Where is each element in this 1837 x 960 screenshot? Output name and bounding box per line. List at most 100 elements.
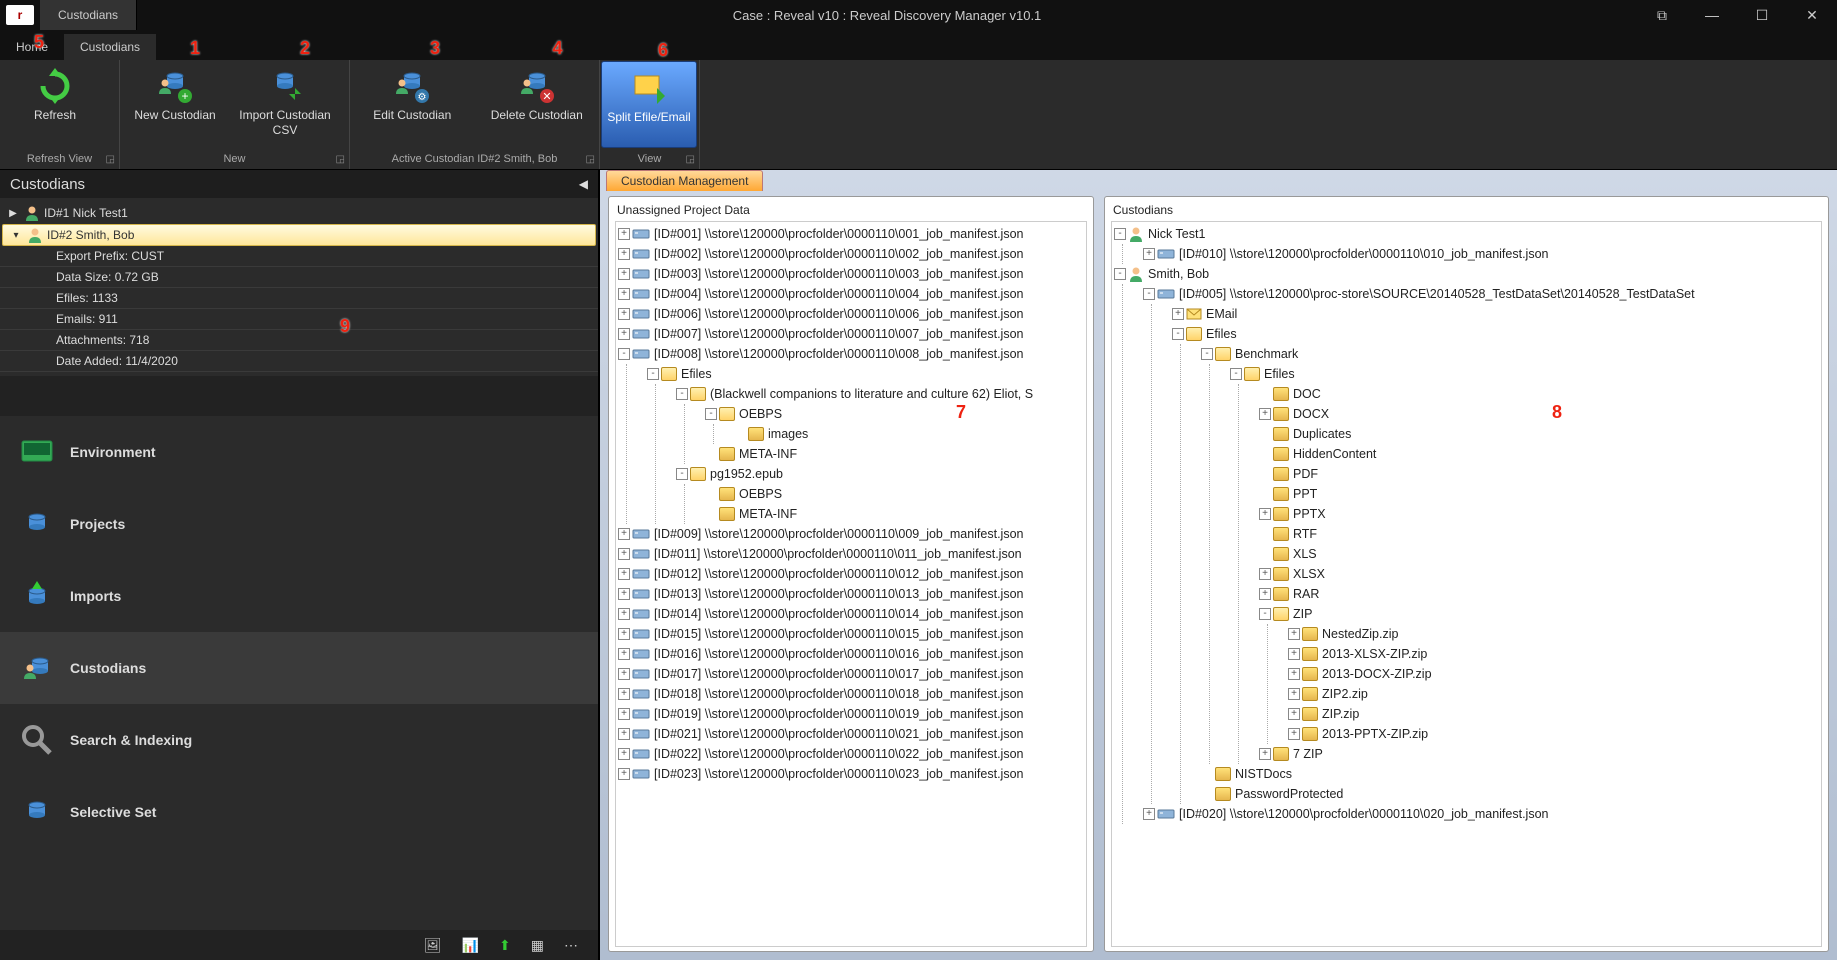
folder-7zip[interactable]: +7 ZIP	[1259, 744, 1819, 764]
expand-icon[interactable]: +	[618, 768, 630, 780]
unassigned-item[interactable]: +[ID#023] \\store\120000\procfolder\0000…	[618, 764, 1084, 784]
unassigned-tree[interactable]: 7 +[ID#001] \\store\120000\procfolder\00…	[615, 221, 1087, 947]
custodian-smith-020[interactable]: +[ID#020] \\store\120000\procfolder\0000…	[1143, 804, 1819, 824]
expand-icon[interactable]: +	[1259, 408, 1271, 420]
zip-zipzip[interactable]: +ZIP.zip	[1288, 704, 1819, 724]
custodians-panel-header[interactable]: Custodians ◀	[0, 170, 598, 198]
folder-hidden[interactable]: HiddenContent	[1259, 444, 1819, 464]
unassigned-item[interactable]: +[ID#004] \\store\120000\procfolder\0000…	[618, 284, 1084, 304]
nistdocs-folder[interactable]: NISTDocs	[1201, 764, 1819, 784]
epub-folder[interactable]: -pg1952.epub	[676, 464, 1084, 484]
unassigned-item[interactable]: +[ID#017] \\store\120000\procfolder\0000…	[618, 664, 1084, 684]
metainf-folder[interactable]: META-INF	[705, 444, 1084, 464]
collapse-icon[interactable]: -	[1172, 328, 1184, 340]
expand-icon[interactable]: +	[1259, 508, 1271, 520]
launcher-icon[interactable]: ◲	[686, 154, 695, 165]
folder-xlsx[interactable]: +XLSX	[1259, 564, 1819, 584]
expand-icon[interactable]: +	[1259, 748, 1271, 760]
expand-icon[interactable]: +	[1172, 308, 1184, 320]
expand-icon[interactable]: ▶	[6, 208, 20, 219]
custodian-row-2[interactable]: ▾ ID#2 Smith, Bob	[2, 224, 596, 246]
nav-selective-set[interactable]: Selective Set	[0, 776, 598, 848]
folder-duplicates[interactable]: Duplicates	[1259, 424, 1819, 444]
collapse-icon[interactable]: -	[1114, 228, 1126, 240]
collapse-icon[interactable]: -	[1259, 608, 1271, 620]
status-upload-icon[interactable]: ⬆	[499, 937, 511, 954]
custodian-nick[interactable]: -Nick Test1	[1114, 224, 1819, 244]
expand-icon[interactable]: +	[618, 548, 630, 560]
folder-docx[interactable]: +DOCX	[1259, 404, 1819, 424]
collapse-icon[interactable]: ▾	[9, 230, 23, 241]
zip-zip2[interactable]: +ZIP2.zip	[1288, 684, 1819, 704]
expand-icon[interactable]: +	[618, 528, 630, 540]
expand-icon[interactable]: +	[618, 248, 630, 260]
chevron-left-icon[interactable]: ◀	[579, 177, 588, 191]
unassigned-item[interactable]: +[ID#021] \\store\120000\procfolder\0000…	[618, 724, 1084, 744]
unassigned-item[interactable]: +[ID#013] \\store\120000\procfolder\0000…	[618, 584, 1084, 604]
expand-icon[interactable]: +	[1259, 568, 1271, 580]
expand-icon[interactable]: +	[618, 728, 630, 740]
metainf-folder[interactable]: META-INF	[705, 504, 1084, 524]
expand-icon[interactable]: +	[618, 588, 630, 600]
maximize-button[interactable]: ☐	[1737, 0, 1787, 30]
window-layout-icon[interactable]: ⧉	[1637, 0, 1687, 30]
status-chart-icon[interactable]: 📊	[462, 937, 479, 954]
unassigned-item[interactable]: +[ID#018] \\store\120000\procfolder\0000…	[618, 684, 1084, 704]
minimize-button[interactable]: —	[1687, 0, 1737, 30]
collapse-icon[interactable]: -	[1201, 348, 1213, 360]
edit-custodian-button[interactable]: 3 ⚙ Edit Custodian	[350, 60, 475, 149]
expand-icon[interactable]: +	[1288, 688, 1300, 700]
expand-icon[interactable]: +	[618, 688, 630, 700]
expand-icon[interactable]: +	[618, 268, 630, 280]
nav-custodians[interactable]: Custodians	[0, 632, 598, 704]
expand-icon[interactable]: +	[1143, 808, 1155, 820]
unassigned-item[interactable]: +[ID#016] \\store\120000\procfolder\0000…	[618, 644, 1084, 664]
unassigned-item[interactable]: -[ID#008] \\store\120000\procfolder\0000…	[618, 344, 1084, 364]
delete-custodian-button[interactable]: 4 ✕ Delete Custodian	[475, 60, 600, 149]
unassigned-item[interactable]: +[ID#022] \\store\120000\procfolder\0000…	[618, 744, 1084, 764]
unassigned-item[interactable]: +[ID#014] \\store\120000\procfolder\0000…	[618, 604, 1084, 624]
folder-zip[interactable]: -ZIP	[1259, 604, 1819, 624]
status-app-icon[interactable]: ▦	[531, 937, 544, 954]
zip-nestedzip[interactable]: +NestedZip.zip	[1288, 624, 1819, 644]
unassigned-item[interactable]: +[ID#003] \\store\120000\procfolder\0000…	[618, 264, 1084, 284]
folder-ppt[interactable]: PPT	[1259, 484, 1819, 504]
launcher-icon[interactable]: ◲	[586, 154, 595, 165]
expand-icon[interactable]: +	[1288, 648, 1300, 660]
email-folder[interactable]: +EMail	[1172, 304, 1819, 324]
custodian-row-1[interactable]: ▶ ID#1 Nick Test1	[0, 202, 598, 224]
collapse-icon[interactable]: -	[705, 408, 717, 420]
expand-icon[interactable]: +	[1259, 588, 1271, 600]
unassigned-item[interactable]: +[ID#012] \\store\120000\procfolder\0000…	[618, 564, 1084, 584]
titlebar-tab-custodians[interactable]: Custodians	[40, 0, 137, 30]
expand-icon[interactable]: +	[618, 668, 630, 680]
new-custodian-button[interactable]: 1 + New Custodian	[120, 60, 230, 149]
folder-pptx[interactable]: +PPTX	[1259, 504, 1819, 524]
expand-icon[interactable]: +	[618, 648, 630, 660]
ribbon-tab-custodians[interactable]: Custodians	[64, 34, 156, 60]
expand-icon[interactable]: +	[1143, 248, 1155, 260]
efiles2-folder[interactable]: -Efiles	[1230, 364, 1819, 384]
book-folder[interactable]: -(Blackwell companions to literature and…	[676, 384, 1084, 404]
oebps-folder[interactable]: OEBPS	[705, 484, 1084, 504]
zip-docxzip[interactable]: +2013-DOCX-ZIP.zip	[1288, 664, 1819, 684]
expand-icon[interactable]: +	[618, 748, 630, 760]
folder-xls[interactable]: XLS	[1259, 544, 1819, 564]
expand-icon[interactable]: +	[1288, 708, 1300, 720]
ribbon-tab-home[interactable]: Home 5	[0, 34, 64, 60]
expand-icon[interactable]: +	[1288, 628, 1300, 640]
expand-icon[interactable]: +	[618, 328, 630, 340]
close-button[interactable]: ✕	[1787, 0, 1837, 30]
folder-pdf[interactable]: PDF	[1259, 464, 1819, 484]
folder-rar[interactable]: +RAR	[1259, 584, 1819, 604]
zip-pptxzip[interactable]: +2013-PPTX-ZIP.zip	[1288, 724, 1819, 744]
collapse-icon[interactable]: -	[676, 468, 688, 480]
unassigned-item[interactable]: +[ID#009] \\store\120000\procfolder\0000…	[618, 524, 1084, 544]
collapse-icon[interactable]: -	[676, 388, 688, 400]
benchmark-folder[interactable]: -Benchmark	[1201, 344, 1819, 364]
passwordprotected-folder[interactable]: PasswordProtected	[1201, 784, 1819, 804]
split-efile-email-button[interactable]: 6 Split Efile/Email	[601, 61, 697, 148]
expand-icon[interactable]: +	[618, 568, 630, 580]
nav-environment[interactable]: Environment	[0, 416, 598, 488]
expand-icon[interactable]: +	[618, 308, 630, 320]
